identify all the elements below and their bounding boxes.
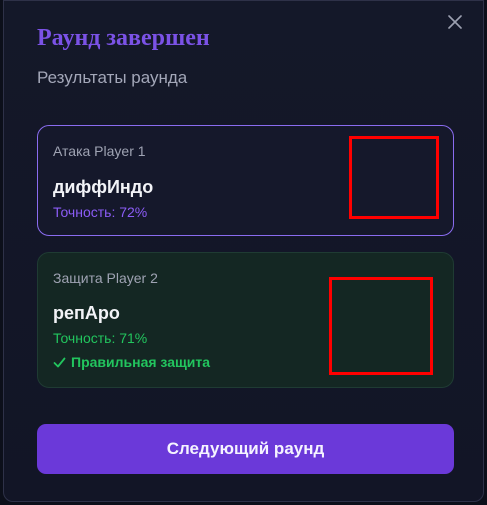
defense-highlight-box	[329, 277, 433, 375]
check-icon	[53, 357, 66, 367]
defense-status-label: Правильная защита	[71, 354, 211, 370]
round-result-modal: Раунд завершен Результаты раунда Атака P…	[3, 0, 484, 502]
modal-title: Раунд завершен	[37, 25, 210, 51]
attack-card: Атака Player 1 диффИндо Точность: 72%	[37, 125, 454, 236]
attack-highlight-box	[349, 136, 439, 219]
defense-role: Защита Player 2	[53, 270, 158, 286]
defense-spell-name: репАро	[53, 303, 120, 323]
defense-card: Защита Player 2 репАро Точность: 71% Пра…	[37, 252, 454, 388]
next-round-button[interactable]: Следующий раунд	[37, 424, 454, 474]
attack-accuracy: Точность: 72%	[53, 204, 148, 220]
close-button[interactable]	[445, 12, 465, 32]
attack-spell-name: диффИндо	[53, 177, 154, 197]
close-icon	[448, 15, 462, 29]
modal-subtitle: Результаты раунда	[37, 68, 188, 87]
defense-accuracy: Точность: 71%	[53, 330, 148, 346]
attack-role: Атака Player 1	[53, 143, 146, 159]
defense-status: Правильная защита	[53, 354, 210, 370]
